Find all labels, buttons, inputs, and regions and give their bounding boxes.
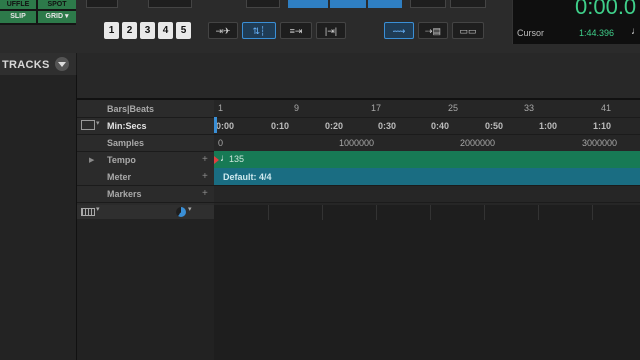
main-counter: 0:00.0 Cursor 1:44.396 ♩ bbox=[512, 0, 640, 44]
tool-strip-1[interactable] bbox=[246, 0, 280, 8]
tab-to-transient-button[interactable]: ⇅┆ bbox=[242, 22, 276, 39]
grid-line bbox=[430, 205, 431, 220]
ruler-divider bbox=[77, 117, 640, 118]
grid-line bbox=[376, 205, 377, 220]
grid-line bbox=[268, 205, 269, 220]
timebase-dropdown-icon[interactable]: ▾ bbox=[188, 205, 192, 213]
scroll-button[interactable]: ⇢▤ bbox=[418, 22, 448, 39]
minsec-tick-label: 0:20 bbox=[325, 121, 344, 131]
track-view-icon[interactable] bbox=[81, 208, 95, 216]
mirror-midi-button[interactable]: ≡⇥ bbox=[280, 22, 312, 39]
grid-line bbox=[322, 205, 323, 220]
link-icon: ⟿ bbox=[392, 26, 406, 36]
tempo-expand-icon[interactable]: ▶ bbox=[89, 156, 94, 164]
ruler-dropdown-icon[interactable]: ▾ bbox=[96, 119, 100, 127]
meter-value[interactable]: Default: 4/4 bbox=[223, 172, 272, 182]
zoom-arrows[interactable] bbox=[148, 0, 192, 8]
minsec-tick-label: 1:10 bbox=[593, 121, 612, 131]
samples-tick-label: 3000000 bbox=[582, 138, 618, 148]
tracks-title: TRACKS bbox=[2, 59, 50, 71]
tool-strip-2[interactable] bbox=[288, 0, 328, 8]
zoom-preset-1[interactable]: 1 bbox=[104, 22, 119, 39]
grid-line bbox=[538, 205, 539, 220]
edit-window-upper-area bbox=[77, 53, 640, 100]
ruler-label-bars-beats[interactable]: Bars|Beats bbox=[107, 104, 154, 114]
zoom-preset-3[interactable]: 3 bbox=[140, 22, 155, 39]
samples-tick-label: 2000000 bbox=[460, 138, 496, 148]
playhead-cursor[interactable] bbox=[214, 117, 217, 133]
samples-tick-label: 1000000 bbox=[339, 138, 375, 148]
ruler-label-samples[interactable]: Samples bbox=[107, 138, 144, 148]
grid-line bbox=[484, 205, 485, 220]
insertion-follows-playback-button[interactable]: ⇥✈ bbox=[208, 22, 238, 39]
zoom-preset-4[interactable]: 4 bbox=[158, 22, 173, 39]
ruler-menu-icon[interactable] bbox=[81, 120, 95, 130]
bars-tick-label: 9 bbox=[294, 103, 300, 113]
tempo-value: 135 bbox=[229, 154, 245, 164]
bars-tick-label: 33 bbox=[524, 103, 535, 113]
samples-tick-label: 0 bbox=[218, 138, 224, 148]
note-icon: ♩ bbox=[631, 26, 640, 37]
ruler-label-markers[interactable]: Markers bbox=[107, 189, 142, 199]
ruler-divider bbox=[77, 185, 640, 186]
meter-ruler-lane[interactable] bbox=[214, 168, 640, 185]
tool-strip-4[interactable] bbox=[368, 0, 402, 8]
track-view-dropdown-icon[interactable]: ▾ bbox=[96, 205, 100, 213]
ruler-label-min-secs[interactable]: Min:Secs bbox=[107, 121, 147, 131]
tempo-marker-icon[interactable] bbox=[214, 156, 219, 164]
tool-strip-6[interactable] bbox=[450, 0, 486, 8]
cursor-label: Cursor bbox=[517, 28, 545, 38]
bars-tick-label: 25 bbox=[448, 103, 459, 113]
top-toolbar: UFFLE SPOT SLIP GRID ▾ 1 2 3 4 5 ⇥✈ ⇅┆ ≡… bbox=[0, 0, 640, 53]
track-list bbox=[0, 75, 77, 360]
track-header-bar: ▾ ▾ bbox=[77, 205, 214, 219]
markers-add-icon[interactable]: + bbox=[202, 188, 208, 199]
spot-mode-button[interactable]: SPOT bbox=[38, 0, 76, 9]
minsec-tick-label: 0:50 bbox=[485, 121, 504, 131]
minsec-tick-label: 0:00 bbox=[216, 121, 235, 131]
tempo-ruler-lane[interactable] bbox=[214, 151, 640, 168]
minsec-tick-label: 0:30 bbox=[378, 121, 397, 131]
meter-add-icon[interactable]: + bbox=[202, 171, 208, 182]
grid-mode-button[interactable]: GRID ▾ bbox=[38, 11, 76, 23]
window-icon: ▭▭ bbox=[459, 26, 477, 36]
zoom-preset-2[interactable]: 2 bbox=[122, 22, 137, 39]
counter-display: 0:00.0 bbox=[575, 0, 637, 19]
bars-tick-label: 17 bbox=[371, 103, 382, 113]
shuffle-mode-button[interactable]: UFFLE bbox=[0, 0, 36, 9]
minsec-tick-label: 0:10 bbox=[271, 121, 290, 131]
bars-tick-label: 41 bbox=[601, 103, 612, 113]
minsec-tick-label: 1:00 bbox=[539, 121, 558, 131]
edit-playlist-area[interactable] bbox=[214, 205, 640, 360]
mirror-icon: ≡⇥ bbox=[289, 26, 303, 36]
ruler-divider bbox=[77, 134, 640, 135]
grid-mode-label: GRID bbox=[45, 13, 64, 20]
minsec-tick-label: 0:40 bbox=[431, 121, 450, 131]
tool-strip-5[interactable] bbox=[410, 0, 446, 8]
ruler-label-meter[interactable]: Meter bbox=[107, 172, 131, 182]
insertion-icon: ⇥✈ bbox=[215, 26, 231, 36]
zoom-control[interactable] bbox=[86, 0, 118, 8]
slip-mode-button[interactable]: SLIP bbox=[0, 11, 36, 23]
tempo-add-icon[interactable]: + bbox=[202, 154, 208, 165]
zoom-preset-5[interactable]: 5 bbox=[176, 22, 191, 39]
bars-tick-label: 1 bbox=[218, 103, 224, 113]
scroll-icon: ⇢▤ bbox=[424, 26, 442, 36]
track-header-area bbox=[77, 219, 214, 360]
link-track-edit-button[interactable]: ⟿ bbox=[384, 22, 414, 39]
tool-strip-3[interactable] bbox=[330, 0, 366, 8]
ruler-label-tempo[interactable]: Tempo bbox=[107, 155, 136, 165]
timebase-icon[interactable] bbox=[176, 207, 186, 217]
transient-icon: ⇅┆ bbox=[252, 26, 266, 36]
edit-mode-panel: UFFLE SPOT SLIP GRID ▾ bbox=[0, 0, 76, 25]
link-timeline-icon: |⇥| bbox=[324, 26, 338, 36]
window-button[interactable]: ▭▭ bbox=[452, 22, 484, 39]
tracks-menu-icon[interactable] bbox=[55, 57, 69, 71]
ruler-label-column: Bars|Beats ▾ Min:Secs Samples ▶ Tempo + … bbox=[77, 100, 214, 205]
link-timeline-button[interactable]: |⇥| bbox=[316, 22, 346, 39]
cursor-value: 1:44.396 bbox=[579, 28, 615, 38]
ruler-divider bbox=[77, 202, 640, 203]
grid-line bbox=[592, 205, 593, 220]
